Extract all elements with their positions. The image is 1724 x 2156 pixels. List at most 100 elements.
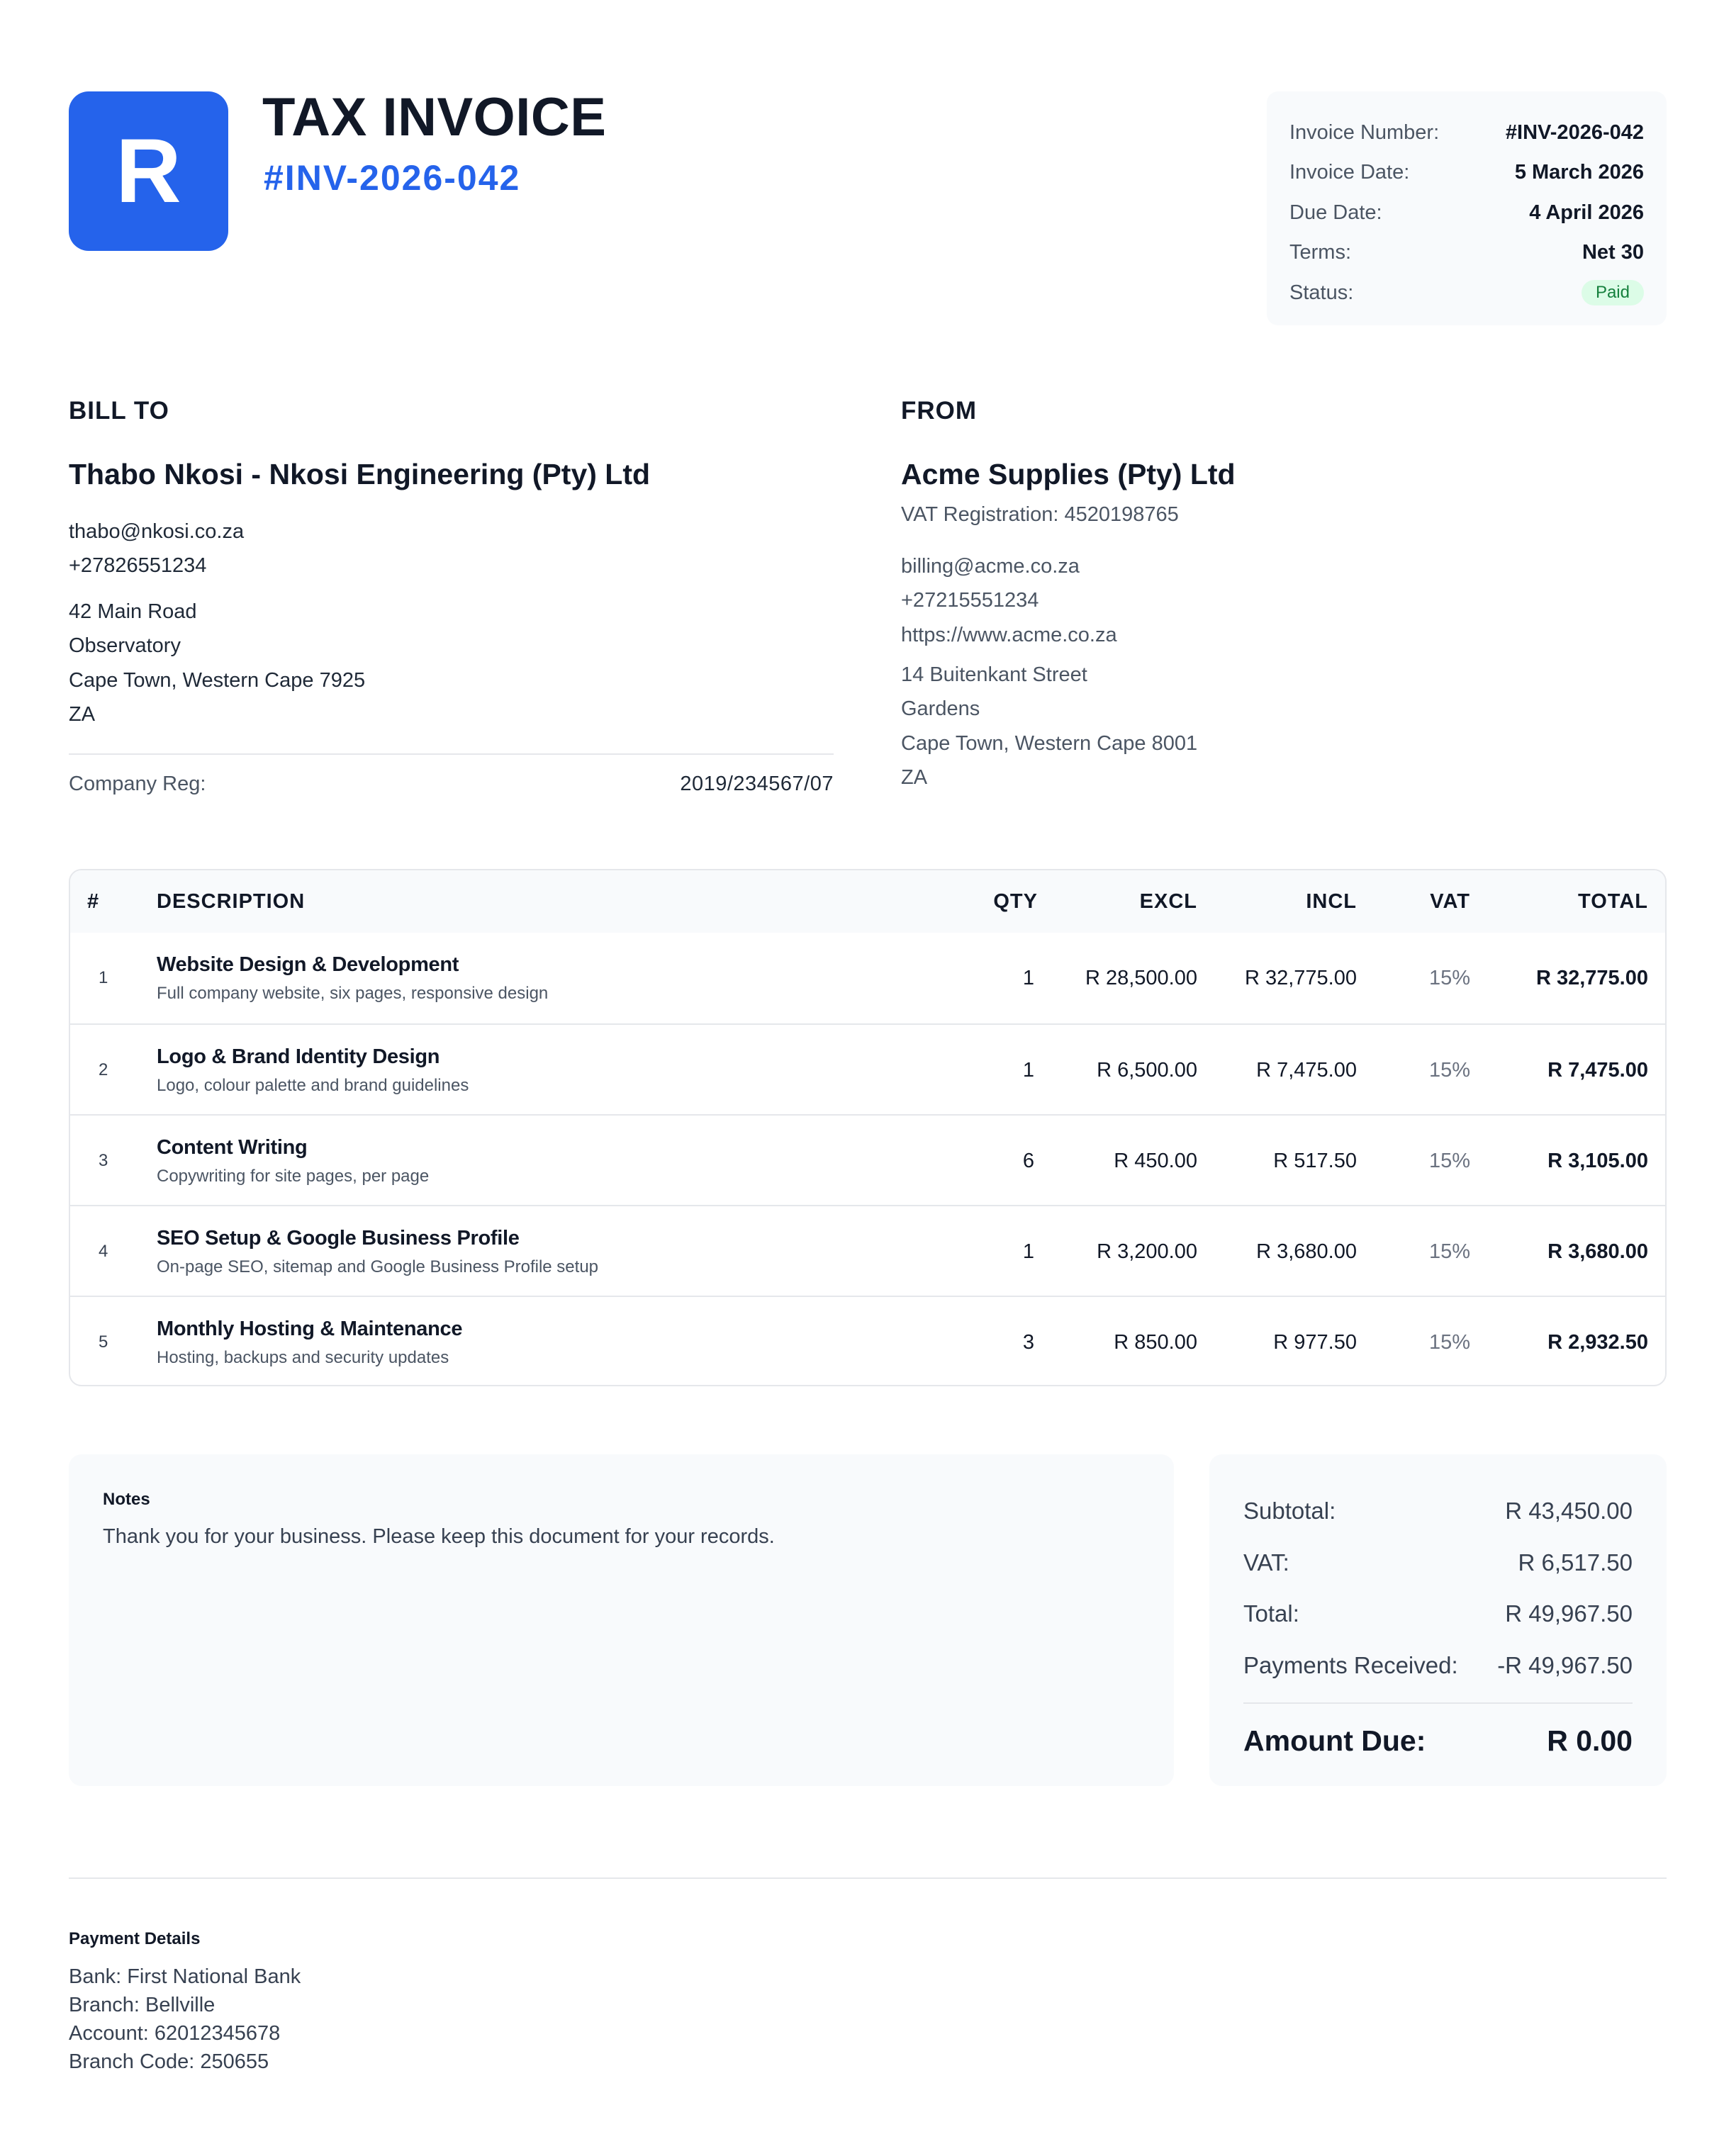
total-value: R 49,967.50	[1505, 1600, 1633, 1627]
from-address-line: Cape Town, Western Cape 8001	[901, 732, 1198, 755]
meta-label: Invoice Date:	[1289, 161, 1410, 184]
bill-to-address-line: Cape Town, Western Cape 7925	[69, 669, 366, 692]
table-row: 3 Content Writing Copywriting for site pag…	[70, 1114, 1665, 1205]
payment-detail-line: Account: 62012345678	[69, 2022, 281, 2045]
from-phone: +27215551234	[901, 589, 1039, 612]
notes-text: Thank you for your business. Please keep…	[103, 1525, 775, 1548]
bill-to-phone: +27826551234	[69, 554, 207, 577]
item-title: SEO Setup & Google Business Profile	[157, 1226, 520, 1250]
company-logo: R	[69, 91, 228, 251]
row-vat: 15%	[1428, 966, 1470, 989]
row-incl: R 32,775.00	[1244, 966, 1357, 989]
meta-row-due-date: Due Date: 4 April 2026	[1289, 193, 1644, 233]
row-vat: 15%	[1428, 1149, 1470, 1172]
row-vat: 15%	[1428, 1240, 1470, 1263]
totals-panel: Subtotal: R 43,450.00 VAT: R 6,517.50 To…	[1209, 1454, 1667, 1786]
meta-value: Net 30	[1582, 241, 1644, 264]
company-reg-value: 2019/234567/07	[680, 773, 834, 795]
row-excl: R 28,500.00	[1085, 966, 1197, 989]
row-excl: R 850.00	[1114, 1330, 1197, 1354]
row-vat: 15%	[1428, 1058, 1470, 1082]
row-incl: R 3,680.00	[1256, 1240, 1357, 1263]
payment-details-heading: Payment Details	[69, 1929, 201, 1948]
amount-due-value: R 0.00	[1547, 1724, 1633, 1757]
row-number: 5	[99, 1332, 108, 1352]
table-row: 2 Logo & Brand Identity Design Logo, colou…	[70, 1023, 1665, 1114]
row-qty: 6	[1022, 1149, 1034, 1172]
row-vat: 15%	[1428, 1330, 1470, 1354]
item-subtitle: Copywriting for site pages, per page	[157, 1166, 430, 1186]
bill-to-address-line: Observatory	[69, 634, 181, 657]
row-qty: 1	[1022, 1058, 1034, 1082]
payments-label: Payments Received:	[1243, 1651, 1458, 1678]
total-row: Total: R 49,967.50	[1243, 1588, 1633, 1640]
subtotal-label: Subtotal:	[1243, 1498, 1336, 1525]
meta-label: Due Date:	[1289, 201, 1382, 224]
meta-value: 4 April 2026	[1529, 201, 1644, 224]
total-label: Total:	[1243, 1600, 1299, 1627]
bill-to-address-line: ZA	[69, 703, 96, 726]
subtotal-value: R 43,450.00	[1505, 1498, 1633, 1525]
item-title: Content Writing	[157, 1135, 308, 1159]
meta-value: 5 March 2026	[1514, 161, 1644, 184]
row-excl: R 6,500.00	[1097, 1058, 1197, 1082]
footer-divider	[69, 1877, 1667, 1879]
table-row: 4 SEO Setup & Google Business Profile On-p…	[70, 1205, 1665, 1296]
meta-label: Terms:	[1289, 241, 1351, 264]
notes-panel: Notes Thank you for your business. Pleas…	[69, 1454, 1174, 1786]
col-header-incl: INCL	[1306, 890, 1357, 913]
bill-to-address-line: 42 Main Road	[69, 600, 197, 623]
invoice-meta-panel: Invoice Number: #INV-2026-042 Invoice Da…	[1267, 91, 1667, 325]
row-excl: R 450.00	[1114, 1149, 1197, 1172]
payments-row: Payments Received: -R 49,967.50	[1243, 1640, 1633, 1692]
row-description: Monthly Hosting & Maintenance Hosting, ba…	[157, 1297, 463, 1385]
row-incl: R 517.50	[1273, 1149, 1357, 1172]
row-total: R 32,775.00	[1535, 966, 1648, 989]
from-heading: FROM	[901, 397, 978, 425]
col-header-total: TOTAL	[1578, 890, 1648, 913]
bill-to-name: Thabo Nkosi - Nkosi Engineering (Pty) Lt…	[69, 458, 651, 490]
table-header: # DESCRIPTION QTY EXCL INCL VAT TOTAL	[70, 870, 1665, 933]
payments-value: -R 49,967.50	[1497, 1651, 1633, 1678]
row-qty: 1	[1022, 966, 1034, 989]
invoice-number-heading: #INV-2026-042	[264, 158, 521, 198]
amount-due-label: Amount Due:	[1243, 1724, 1426, 1757]
payment-detail-line: Branch: Bellville	[69, 1994, 216, 2016]
from-name: Acme Supplies (Pty) Ltd	[901, 458, 1236, 490]
row-description: SEO Setup & Google Business Profile On-pa…	[157, 1206, 598, 1297]
item-subtitle: Full company website, six pages, respons…	[157, 983, 549, 1003]
meta-label: Invoice Number:	[1289, 120, 1440, 144]
meta-row-invoice-date: Invoice Date: 5 March 2026	[1289, 153, 1644, 193]
row-description: Logo & Brand Identity Design Logo, colour…	[157, 1025, 469, 1116]
row-total: R 3,105.00	[1547, 1149, 1648, 1172]
item-subtitle: Logo, colour palette and brand guideline…	[157, 1075, 469, 1095]
meta-row-status: Status: Paid	[1289, 273, 1644, 313]
row-total: R 7,475.00	[1547, 1058, 1648, 1082]
payment-detail-line: Bank: First National Bank	[69, 1965, 301, 1988]
row-description: Website Design & Development Full company…	[157, 933, 548, 1023]
col-header-number: #	[87, 890, 100, 913]
item-title: Website Design & Development	[157, 953, 459, 976]
item-title: Monthly Hosting & Maintenance	[157, 1317, 463, 1340]
payment-details: Bank: First National Bank Branch: Bellvi…	[69, 1963, 301, 2076]
col-header-qty: QTY	[993, 890, 1038, 913]
line-items-table: # DESCRIPTION QTY EXCL INCL VAT TOTAL 1 W…	[69, 869, 1667, 1386]
row-incl: R 7,475.00	[1256, 1058, 1357, 1082]
row-incl: R 977.50	[1273, 1330, 1357, 1354]
meta-row-terms: Terms: Net 30	[1289, 233, 1644, 274]
amount-due-row: Amount Due: R 0.00	[1243, 1704, 1633, 1778]
item-title: Logo & Brand Identity Design	[157, 1045, 440, 1068]
row-description: Content Writing Copywriting for site page…	[157, 1116, 429, 1206]
from-address-line: ZA	[901, 766, 928, 789]
row-total: R 3,680.00	[1547, 1240, 1648, 1263]
payment-detail-line: Branch Code: 250655	[69, 2050, 269, 2073]
vat-row: VAT: R 6,517.50	[1243, 1537, 1633, 1589]
row-number: 4	[99, 1242, 108, 1261]
notes-heading: Notes	[103, 1490, 150, 1509]
col-header-description: DESCRIPTION	[157, 890, 306, 913]
vat-value: R 6,517.50	[1518, 1549, 1633, 1576]
from-vat-registration: VAT Registration: 4520198765	[901, 503, 1179, 526]
item-subtitle: Hosting, backups and security updates	[157, 1347, 449, 1367]
bill-to-divider	[69, 753, 834, 755]
table-body: 1 Website Design & Development Full compan…	[70, 933, 1665, 1385]
